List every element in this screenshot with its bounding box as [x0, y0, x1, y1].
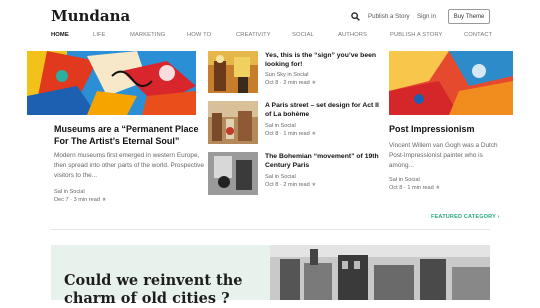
left-card-title[interactable]: Museums are a “Permanent Place For The A… [54, 124, 202, 147]
date-line: Oct 8 · 2 min read [265, 182, 310, 189]
date-line: Oct 8 · 1 min read [265, 131, 310, 138]
mid-item-1-title[interactable]: Yes, this is the “sign” you’ve been look… [265, 52, 385, 70]
star-icon[interactable]: ★ [311, 182, 316, 188]
nav-item-contact[interactable]: CONTACT [464, 32, 492, 38]
nav-item-publish-a-story[interactable]: PUBLISH A STORY [390, 32, 443, 38]
date-line: Oct 8 · 1 min read [389, 185, 434, 192]
promo-image[interactable] [270, 245, 490, 300]
nav-item-marketing[interactable]: MARKETING [130, 32, 165, 38]
sign-in-link[interactable]: Sign in [417, 13, 436, 20]
left-card-excerpt: Modern museums first emerged in western … [54, 152, 204, 179]
promo-panel: Could we reinvent the charm of old citie… [51, 245, 270, 307]
author-line[interactable]: Sal in Social [389, 176, 440, 184]
buy-theme-button[interactable]: Buy Theme [448, 9, 490, 24]
right-card-image[interactable] [389, 51, 513, 115]
nav-item-life[interactable]: LIFE [93, 32, 106, 38]
site-header: Mundana Publish a Story Sign in Buy Them… [0, 0, 540, 30]
search-icon[interactable] [351, 12, 360, 21]
main-nav: HOME LIFE MARKETING HOW TO CREATIVITY SO… [0, 30, 540, 44]
mid-item-2-title[interactable]: A Paris street – set design for Act II o… [265, 102, 385, 120]
mid-item-3-image[interactable] [208, 152, 258, 195]
right-card-title[interactable]: Post Impressionism [389, 124, 513, 136]
author-line[interactable]: Sal in Social [54, 188, 107, 196]
nav-item-authors[interactable]: AUTHORS [338, 32, 367, 38]
nav-item-creativity[interactable]: CREATIVITY [236, 32, 271, 38]
section-divider [51, 229, 490, 230]
nav-item-how-to[interactable]: HOW TO [187, 32, 211, 38]
left-card-meta: Sal in Social Dec 7 · 3 min read ★ [54, 188, 107, 205]
star-icon[interactable]: ★ [311, 80, 316, 86]
right-card-excerpt: Vincent Willem van Gogh was a Dutch Post… [389, 142, 498, 169]
promo-title[interactable]: Could we reinvent the charm of old citie… [64, 272, 274, 308]
author-line[interactable]: Sun Sky in Social [265, 71, 316, 79]
left-card-image[interactable] [27, 51, 196, 115]
nav-item-home[interactable]: HOME [51, 32, 69, 38]
site-logo[interactable]: Mundana [51, 7, 130, 25]
date-line: Dec 7 · 3 min read [54, 197, 101, 204]
author-line[interactable]: Sal in Social [265, 173, 316, 181]
featured-category-link[interactable]: FEATURED CATEGORY › [431, 214, 500, 220]
star-icon[interactable]: ★ [435, 185, 440, 191]
mid-item-3-title[interactable]: The Bohemian “movement” of 19th Century … [265, 153, 385, 171]
author-line[interactable]: Sal in Social [265, 122, 316, 130]
right-card-meta: Sal in Social Oct 8 · 1 min read ★ [389, 176, 440, 193]
nav-item-social[interactable]: SOCIAL [292, 32, 314, 38]
mid-item-1-image[interactable] [208, 51, 258, 93]
star-icon[interactable]: ★ [311, 131, 316, 137]
star-icon[interactable]: ★ [102, 197, 107, 203]
mid-item-2-image[interactable] [208, 101, 258, 144]
mid-item-3-meta: Sal in Social Oct 8 · 2 min read ★ [265, 173, 316, 190]
date-line: Oct 8 · 2 min read [265, 80, 310, 87]
mid-item-2-meta: Sal in Social Oct 8 · 1 min read ★ [265, 122, 316, 139]
mid-item-1-meta: Sun Sky in Social Oct 8 · 2 min read ★ [265, 71, 316, 88]
publish-story-link[interactable]: Publish a Story [368, 13, 410, 20]
